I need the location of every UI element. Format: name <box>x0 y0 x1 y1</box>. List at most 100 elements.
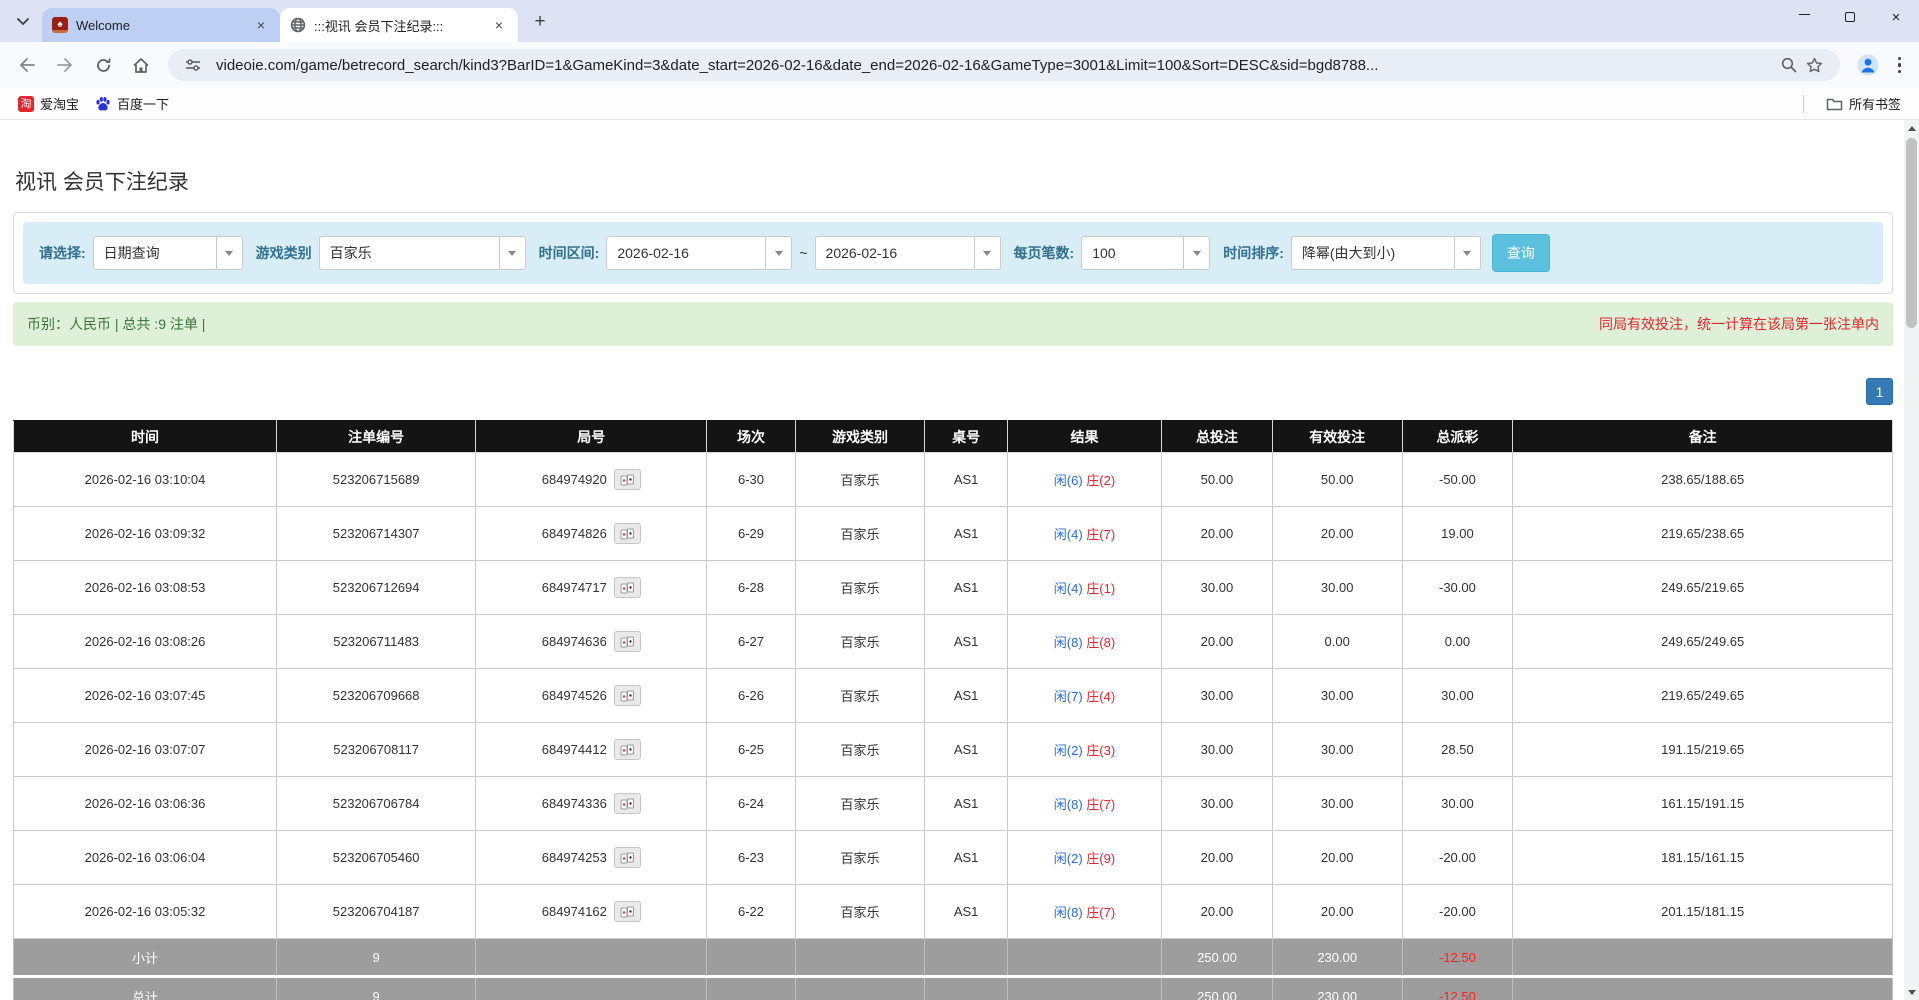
tab-close-icon[interactable]: × <box>490 16 508 34</box>
view-cards-icon[interactable] <box>614 685 641 706</box>
result-banker: 庄(9) <box>1086 851 1115 866</box>
cell-valid-bet: 30.00 <box>1272 723 1402 777</box>
view-cards-icon[interactable] <box>614 901 641 922</box>
filter-bar: 请选择: 日期查询 游戏类别 百家乐 时间区间: 2026-02-16 ~ 20… <box>23 222 1883 284</box>
browser-menu-icon[interactable] <box>1888 51 1912 80</box>
back-icon[interactable] <box>11 49 43 81</box>
round-id-text: 684974717 <box>542 580 607 595</box>
cell-result: 闲(8) 庄(8) <box>1007 615 1161 669</box>
scrollbar-thumb[interactable] <box>1906 138 1917 328</box>
baidu-paw-icon <box>95 96 111 112</box>
view-cards-icon[interactable] <box>614 469 641 490</box>
column-header: 桌号 <box>925 421 1008 453</box>
tab-welcome[interactable]: ♠ Welcome × <box>42 8 280 42</box>
cell-session: 6-27 <box>707 615 795 669</box>
vertical-scrollbar[interactable] <box>1904 120 1919 1000</box>
bookmark-label: 百度一下 <box>117 94 169 113</box>
address-bar[interactable]: videoie.com/game/betrecord_search/kind3?… <box>168 49 1840 81</box>
cell-session: 6-24 <box>707 777 795 831</box>
page-1-button[interactable]: 1 <box>1866 378 1893 405</box>
chevron-down-icon <box>1454 237 1480 269</box>
result-banker: 庄(4) <box>1086 689 1115 704</box>
table-row: 2026-02-16 03:06:36523206706784684974336… <box>14 777 1893 831</box>
cell-time: 2026-02-16 03:08:26 <box>14 615 277 669</box>
game-kind-select[interactable]: 百家乐 <box>319 236 526 270</box>
footer-empty-cell <box>795 939 925 977</box>
taobao-icon: 淘 <box>18 96 34 112</box>
date-end-select[interactable]: 2026-02-16 <box>815 236 1001 270</box>
tab-title: Welcome <box>76 18 252 33</box>
query-mode-select[interactable]: 日期查询 <box>93 236 243 270</box>
scroll-up-icon[interactable] <box>1904 120 1919 136</box>
cell-time: 2026-02-16 03:07:45 <box>14 669 277 723</box>
cell-time: 2026-02-16 03:09:32 <box>14 507 277 561</box>
cell-game-kind: 百家乐 <box>795 885 925 939</box>
cell-table-id: AS1 <box>925 831 1008 885</box>
cell-round-id: 684974253 <box>476 831 707 885</box>
cell-bet-id: 523206708117 <box>277 723 476 777</box>
chevron-down-icon <box>216 237 242 269</box>
cell-bet-id: 523206712694 <box>277 561 476 615</box>
cell-round-id: 684974336 <box>476 777 707 831</box>
new-tab-button[interactable]: + <box>526 8 554 36</box>
bookmark-baidu[interactable]: 百度一下 <box>87 91 177 116</box>
reload-icon[interactable] <box>87 49 119 81</box>
cell-note: 219.65/249.65 <box>1513 669 1893 723</box>
filter-panel: 请选择: 日期查询 游戏类别 百家乐 时间区间: 2026-02-16 ~ 20… <box>13 212 1893 294</box>
site-settings-icon[interactable] <box>180 52 206 78</box>
result-player: 闲(8) <box>1054 905 1083 920</box>
footer-note-empty <box>1513 977 1893 1000</box>
bookmark-star-icon[interactable] <box>1802 52 1828 78</box>
bookmark-label: 爱淘宝 <box>40 94 79 113</box>
cell-game-kind: 百家乐 <box>795 723 925 777</box>
cell-payout: -20.00 <box>1402 885 1513 939</box>
table-row: 2026-02-16 03:08:53523206712694684974717… <box>14 561 1893 615</box>
cell-time: 2026-02-16 03:05:32 <box>14 885 277 939</box>
result-banker: 庄(7) <box>1086 797 1115 812</box>
forward-icon[interactable] <box>49 49 81 81</box>
url-text[interactable]: videoie.com/game/betrecord_search/kind3?… <box>216 57 1776 74</box>
summary-bar: 币别：人民币 | 总共 :9 注单 | 同局有效投注，统一计算在该局第一张注单内 <box>13 302 1893 346</box>
cell-payout: 19.00 <box>1402 507 1513 561</box>
per-page-select[interactable]: 100 <box>1081 236 1210 270</box>
cell-session: 6-25 <box>707 723 795 777</box>
view-cards-icon[interactable] <box>614 577 641 598</box>
bookmark-aitaobao[interactable]: 淘 爱淘宝 <box>10 91 87 116</box>
zoom-icon[interactable] <box>1776 52 1802 78</box>
all-bookmarks-button[interactable]: 所有书签 <box>1818 91 1909 116</box>
currency-total-text: 币别：人民币 | 总共 :9 注单 | <box>27 314 205 334</box>
home-icon[interactable] <box>125 49 157 81</box>
search-button[interactable]: 查询 <box>1492 234 1550 272</box>
scroll-down-icon[interactable] <box>1904 984 1919 1000</box>
pagination: 1 <box>13 378 1893 405</box>
window-controls: × <box>1781 0 1919 34</box>
tab-betrecord[interactable]: :::视讯 会员下注纪录::: × <box>280 8 518 42</box>
cell-time: 2026-02-16 03:06:36 <box>14 777 277 831</box>
cell-time: 2026-02-16 03:07:07 <box>14 723 277 777</box>
profile-avatar-icon[interactable] <box>1852 49 1884 81</box>
window-close-button[interactable]: × <box>1873 0 1919 34</box>
sort-select[interactable]: 降幂(由大到小) <box>1291 236 1481 270</box>
footer-total-bet: 250.00 <box>1162 977 1273 1000</box>
view-cards-icon[interactable] <box>614 631 641 652</box>
cell-result: 闲(2) 庄(9) <box>1007 831 1161 885</box>
column-header: 有效投注 <box>1272 421 1402 453</box>
view-cards-icon[interactable] <box>614 847 641 868</box>
browser-toolbar: videoie.com/game/betrecord_search/kind3?… <box>0 42 1919 88</box>
cell-total-bet: 30.00 <box>1162 669 1273 723</box>
column-header: 时间 <box>14 421 277 453</box>
maximize-button[interactable] <box>1827 0 1873 34</box>
view-cards-icon[interactable] <box>614 793 641 814</box>
cell-result: 闲(4) 庄(1) <box>1007 561 1161 615</box>
tab-close-icon[interactable]: × <box>252 16 270 34</box>
result-player: 闲(2) <box>1054 851 1083 866</box>
date-start-select[interactable]: 2026-02-16 <box>606 236 792 270</box>
minimize-button[interactable] <box>1781 0 1827 34</box>
tab-search-chevron-icon[interactable] <box>8 7 38 37</box>
view-cards-icon[interactable] <box>614 523 641 544</box>
cell-bet-id: 523206706784 <box>277 777 476 831</box>
column-header: 局号 <box>476 421 707 453</box>
view-cards-icon[interactable] <box>614 739 641 760</box>
result-banker: 庄(8) <box>1086 635 1115 650</box>
cell-table-id: AS1 <box>925 777 1008 831</box>
